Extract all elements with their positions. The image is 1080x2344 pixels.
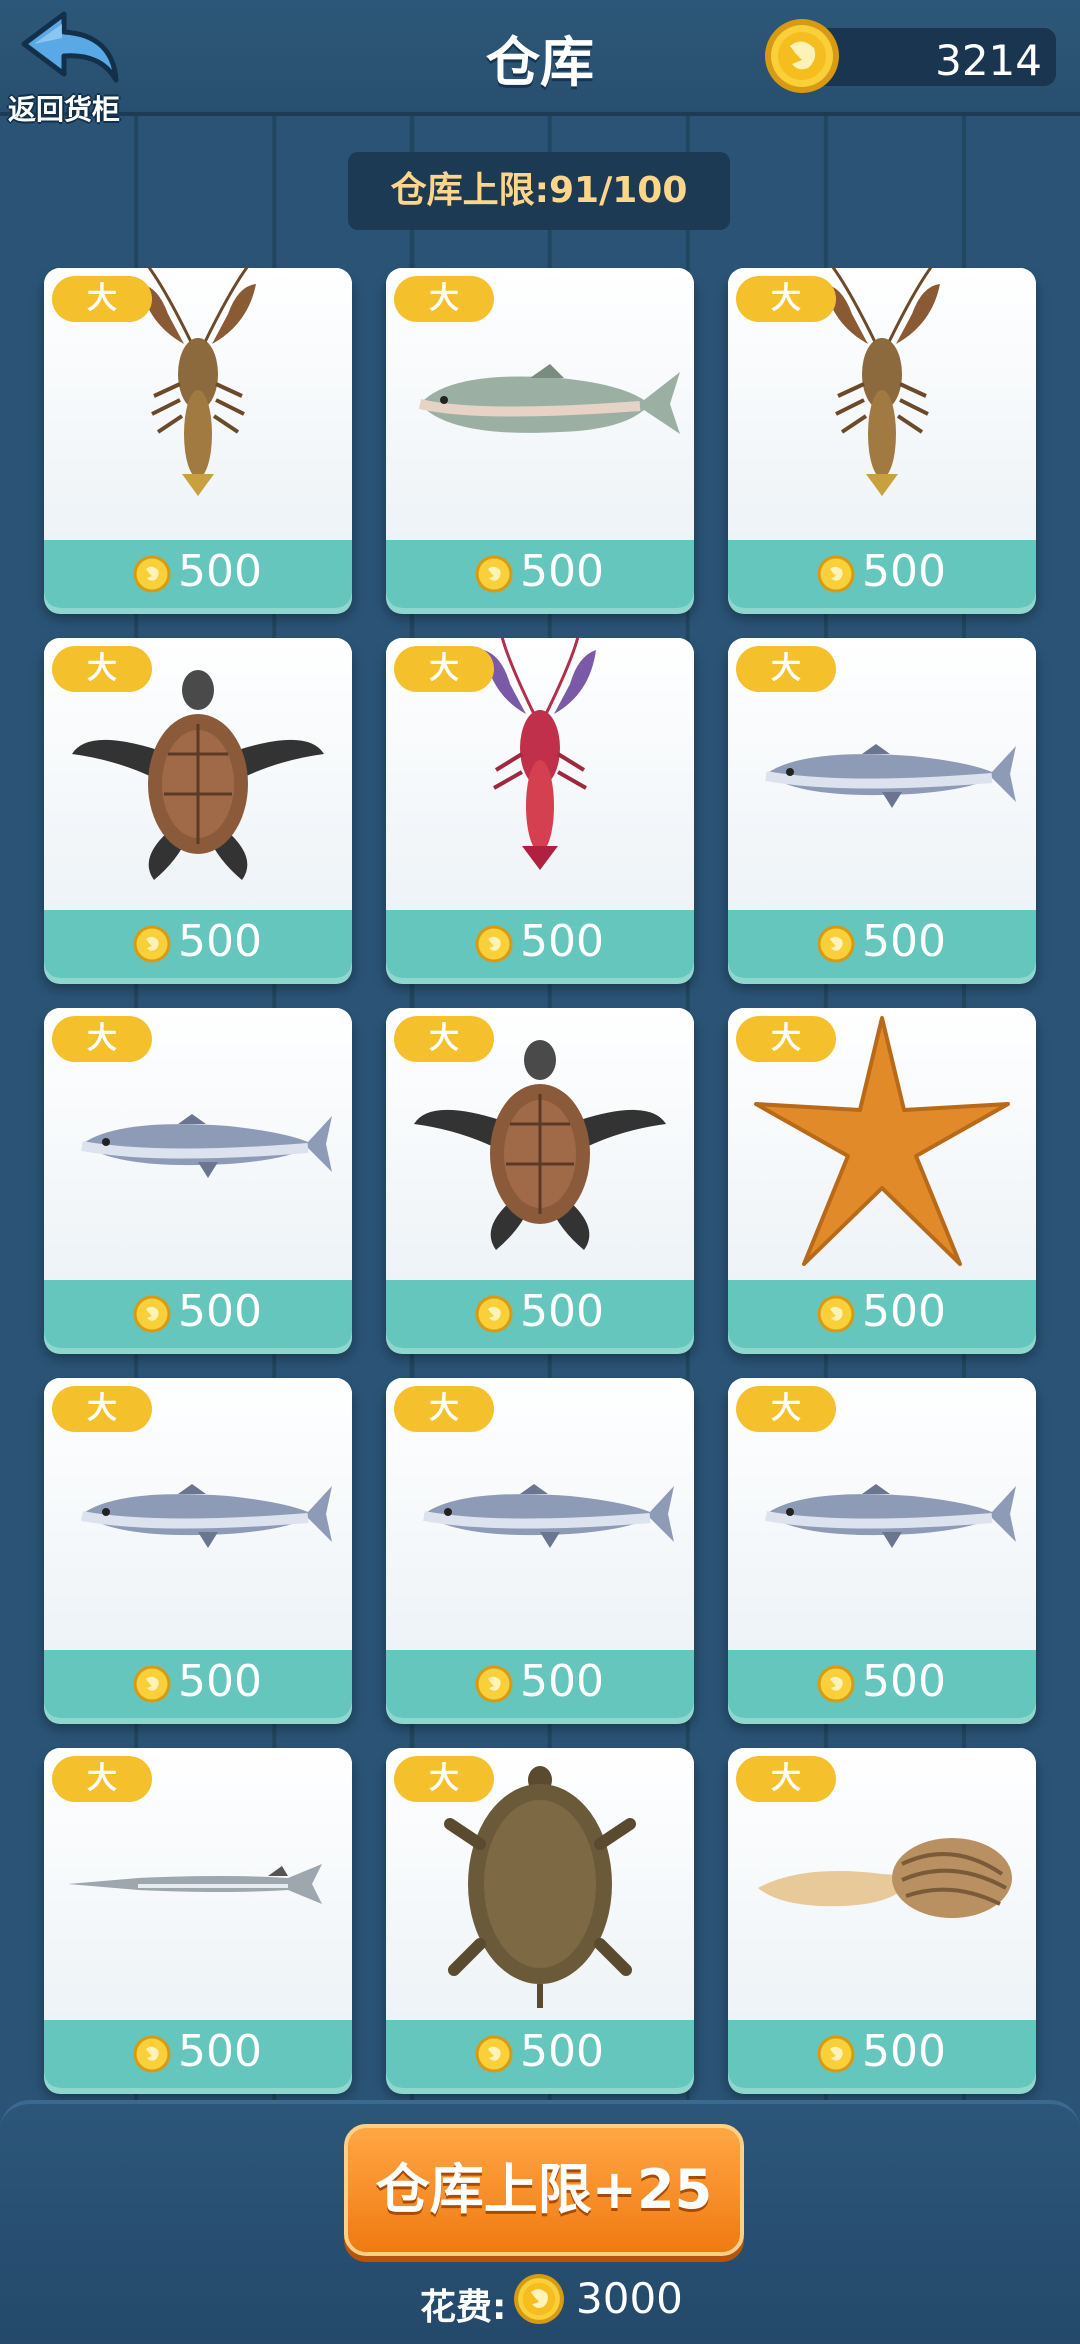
price-bar: 500 xyxy=(44,1650,352,1718)
price-value: 500 xyxy=(862,2026,946,2077)
coin-icon xyxy=(514,2274,564,2324)
coin-icon xyxy=(133,1295,171,1333)
price-bar: 500 xyxy=(386,1650,694,1718)
price-bar: 500 xyxy=(386,910,694,978)
size-badge: 大 xyxy=(736,1016,836,1062)
price-value: 500 xyxy=(520,2026,604,2077)
price-bar: 500 xyxy=(386,2020,694,2088)
price-bar: 500 xyxy=(386,540,694,608)
item-card[interactable]: 大 500 xyxy=(44,1748,352,2088)
top-bar: 返回货柜 仓库 3214 xyxy=(0,0,1080,126)
item-card[interactable]: 大 500 xyxy=(386,1008,694,1348)
coin-icon xyxy=(475,925,513,963)
price-value: 500 xyxy=(862,1286,946,1337)
price-bar: 500 xyxy=(728,1650,1036,1718)
item-card[interactable]: 大 500 xyxy=(386,1748,694,2088)
item-card[interactable]: 大 500 xyxy=(386,1378,694,1718)
item-card[interactable]: 大 500 xyxy=(728,1008,1036,1348)
coin-icon xyxy=(765,19,839,93)
size-badge: 大 xyxy=(394,276,494,322)
price-value: 500 xyxy=(178,546,262,597)
cost-label: 花费: xyxy=(420,2287,507,2328)
item-card[interactable]: 大 500 xyxy=(728,638,1036,978)
price-bar: 500 xyxy=(44,540,352,608)
item-card[interactable]: 大 500 xyxy=(386,268,694,608)
item-card[interactable]: 大 500 xyxy=(44,1008,352,1348)
price-bar: 500 xyxy=(44,2020,352,2088)
price-bar: 500 xyxy=(44,1280,352,1348)
price-value: 500 xyxy=(178,1286,262,1337)
size-badge: 大 xyxy=(394,1016,494,1062)
coin-icon xyxy=(475,2035,513,2073)
size-badge: 大 xyxy=(736,276,836,322)
coin-icon xyxy=(817,1665,855,1703)
size-badge: 大 xyxy=(736,646,836,692)
price-value: 500 xyxy=(178,916,262,967)
coin-icon xyxy=(817,2035,855,2073)
item-card[interactable]: 大 500 xyxy=(44,638,352,978)
size-badge: 大 xyxy=(736,1386,836,1432)
cost-value: 3000 xyxy=(576,2274,683,2323)
item-card[interactable]: 大 500 xyxy=(386,638,694,978)
size-badge: 大 xyxy=(394,1756,494,1802)
price-bar: 500 xyxy=(728,1280,1036,1348)
price-bar: 500 xyxy=(728,2020,1036,2088)
expand-capacity-button[interactable]: 仓库上限+25 xyxy=(344,2124,744,2256)
coin-icon xyxy=(817,925,855,963)
item-card[interactable]: 大 500 xyxy=(44,268,352,608)
item-card[interactable]: 大 500 xyxy=(728,268,1036,608)
size-badge: 大 xyxy=(52,1386,152,1432)
size-badge: 大 xyxy=(52,1016,152,1062)
size-badge: 大 xyxy=(394,646,494,692)
price-value: 500 xyxy=(862,916,946,967)
coin-icon xyxy=(133,555,171,593)
size-badge: 大 xyxy=(52,276,152,322)
price-value: 500 xyxy=(520,916,604,967)
coin-icon xyxy=(475,1665,513,1703)
price-value: 500 xyxy=(178,2026,262,2077)
coin-icon xyxy=(133,1665,171,1703)
coin-balance-value: 3214 xyxy=(935,36,1042,85)
size-badge: 大 xyxy=(52,646,152,692)
price-value: 500 xyxy=(862,1656,946,1707)
price-bar: 500 xyxy=(44,910,352,978)
price-bar: 500 xyxy=(728,540,1036,608)
coin-icon xyxy=(475,555,513,593)
size-badge: 大 xyxy=(52,1756,152,1802)
price-value: 500 xyxy=(178,1656,262,1707)
item-card[interactable]: 大 500 xyxy=(728,1378,1036,1718)
price-value: 500 xyxy=(520,1656,604,1707)
size-badge: 大 xyxy=(394,1386,494,1432)
price-bar: 500 xyxy=(728,910,1036,978)
coin-icon xyxy=(817,555,855,593)
price-value: 500 xyxy=(520,546,604,597)
coin-icon xyxy=(133,2035,171,2073)
item-card[interactable]: 大 500 xyxy=(728,1748,1036,2088)
size-badge: 大 xyxy=(736,1756,836,1802)
item-card[interactable]: 大 500 xyxy=(44,1378,352,1718)
coin-icon xyxy=(475,1295,513,1333)
coin-icon xyxy=(817,1295,855,1333)
coin-icon xyxy=(133,925,171,963)
capacity-indicator: 仓库上限:91/100 xyxy=(348,152,730,230)
price-value: 500 xyxy=(520,1286,604,1337)
price-bar: 500 xyxy=(386,1280,694,1348)
price-value: 500 xyxy=(862,546,946,597)
